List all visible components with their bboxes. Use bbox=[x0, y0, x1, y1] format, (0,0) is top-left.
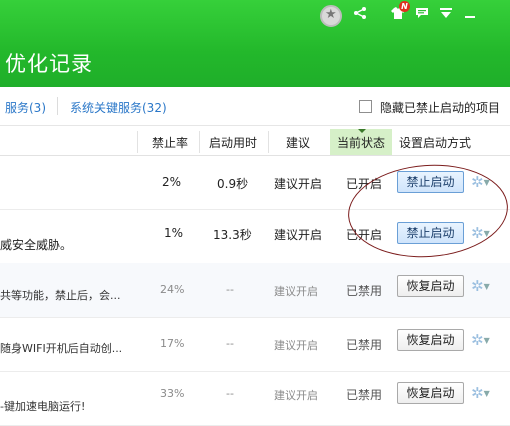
row-ban-rate: 17% bbox=[160, 337, 185, 350]
row-current-state: 已开启 bbox=[346, 177, 383, 191]
row-boot-time: -- bbox=[226, 387, 234, 400]
restore-startup-button[interactable]: 恢复启动 bbox=[397, 382, 464, 404]
disable-startup-button[interactable]: 禁止启动 bbox=[397, 171, 464, 193]
title-bar: N 优化记录 bbox=[0, 0, 510, 87]
hide-disabled-label: 隐藏已禁止启动的项目 bbox=[380, 101, 501, 115]
table-row: 威安全威胁。 1% 13.3秒 建议开启 已开启 禁止启动 ✲▼ bbox=[0, 209, 510, 264]
skin-shirt-icon[interactable]: N bbox=[386, 1, 410, 25]
row-suggestion: 建议开启 bbox=[274, 389, 318, 402]
column-suggestion[interactable]: 建议 bbox=[286, 134, 310, 151]
row-suggestion: 建议开启 bbox=[274, 285, 318, 298]
column-divider bbox=[137, 131, 138, 153]
table-row: 2% 0.9秒 建议开启 已开启 禁止启动 ✲▼ bbox=[0, 155, 510, 210]
column-boot-time[interactable]: 启动用时 bbox=[209, 134, 257, 151]
hide-disabled-checkbox[interactable] bbox=[359, 100, 372, 113]
row-description: 共等功能，禁止后，会... bbox=[0, 289, 121, 302]
row-ban-rate: 2% bbox=[162, 175, 182, 189]
share-icon[interactable] bbox=[348, 1, 372, 25]
restore-startup-button[interactable]: 恢复启动 bbox=[397, 329, 464, 351]
table-row: 共等功能，禁止后，会... 24% -- 建议开启 已禁用 恢复启动 ✲▼ bbox=[0, 263, 510, 318]
tab-services[interactable]: 服务(3) bbox=[5, 99, 46, 116]
row-boot-time: -- bbox=[226, 283, 234, 296]
column-ban-rate[interactable]: 禁止率 bbox=[152, 134, 188, 151]
row-ban-rate: 33% bbox=[160, 387, 185, 400]
row-current-state: 已禁用 bbox=[346, 338, 383, 352]
gear-icon[interactable]: ✲▼ bbox=[471, 278, 497, 294]
row-current-state: 已禁用 bbox=[346, 388, 383, 402]
row-boot-time: 13.3秒 bbox=[213, 228, 252, 242]
row-description: 威安全威胁。 bbox=[0, 238, 73, 252]
row-boot-time: -- bbox=[226, 337, 234, 350]
avatar-star-icon[interactable] bbox=[320, 5, 342, 27]
row-suggestion: 建议开启 bbox=[274, 228, 323, 242]
row-suggestion: 建议开启 bbox=[274, 339, 318, 352]
column-divider bbox=[199, 131, 200, 153]
row-suggestion: 建议开启 bbox=[274, 177, 323, 191]
restore-startup-button[interactable]: 恢复启动 bbox=[397, 275, 464, 297]
table-row: -键加速电脑运行! 33% -- 建议开启 已禁用 恢复启动 ✲▼ bbox=[0, 371, 510, 426]
column-current-state[interactable]: 当前状态 bbox=[337, 134, 385, 151]
table-row: 随身WIFI开机后自动创... 17% -- 建议开启 已禁用 恢复启动 ✲▼ bbox=[0, 317, 510, 372]
row-description: 随身WIFI开机后自动创... bbox=[0, 342, 123, 355]
tab-system-key-services[interactable]: 系统关键服务(32) bbox=[70, 99, 167, 116]
row-current-state: 已开启 bbox=[346, 228, 383, 242]
row-ban-rate: 1% bbox=[164, 226, 184, 240]
window-controls: N bbox=[348, 0, 482, 26]
row-description: -键加速电脑运行! bbox=[0, 400, 86, 413]
page-title: 优化记录 bbox=[5, 52, 93, 76]
message-icon[interactable] bbox=[410, 1, 434, 25]
gear-icon[interactable]: ✲▼ bbox=[471, 174, 497, 190]
row-ban-rate: 24% bbox=[160, 283, 185, 296]
minimize-icon[interactable] bbox=[458, 1, 482, 25]
table-header: 禁止率 启动用时 建议 当前状态 设置启动方式 bbox=[0, 129, 510, 156]
menu-icon[interactable] bbox=[434, 1, 458, 25]
gear-icon[interactable]: ✲▼ bbox=[471, 385, 497, 401]
column-divider bbox=[268, 131, 269, 153]
column-set-startup: 设置启动方式 bbox=[399, 136, 472, 150]
notification-badge: N bbox=[399, 1, 410, 12]
row-current-state: 已禁用 bbox=[346, 284, 383, 298]
tab-divider bbox=[57, 97, 58, 115]
disable-startup-button[interactable]: 禁止启动 bbox=[397, 222, 464, 244]
gear-icon[interactable]: ✲▼ bbox=[471, 225, 497, 241]
gear-icon[interactable]: ✲▼ bbox=[471, 332, 497, 348]
row-boot-time: 0.9秒 bbox=[217, 177, 249, 191]
